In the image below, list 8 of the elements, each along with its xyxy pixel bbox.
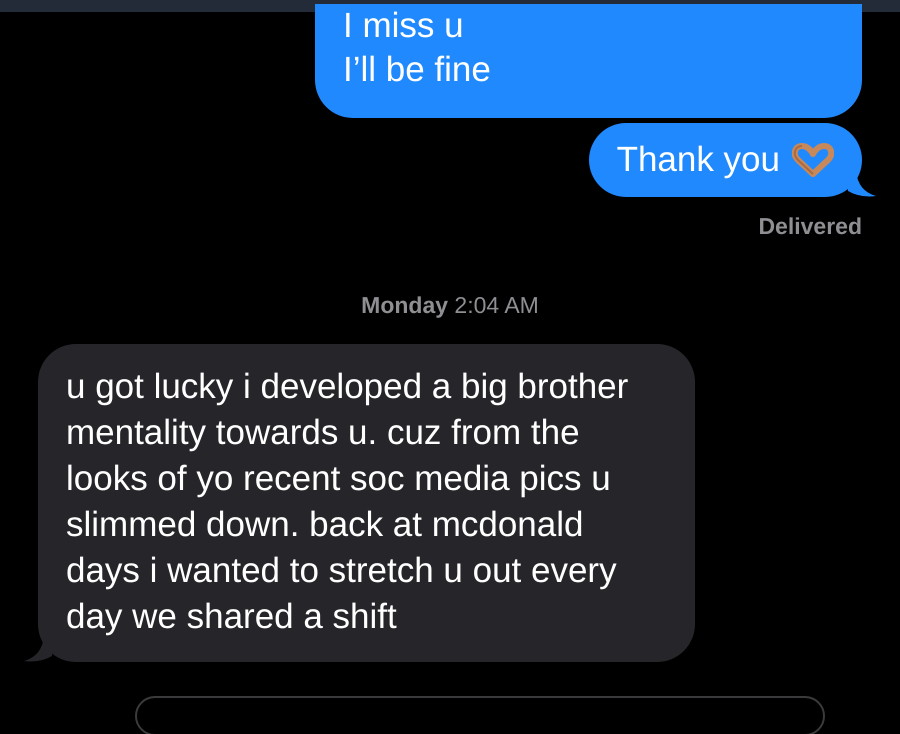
message-text: I’ll be fine: [343, 49, 491, 91]
heart-hands-icon: [792, 143, 834, 177]
message-text: u got lucky i developed a big brother mentality towards u. cuz from the looks of yo recent soc media pics u slimmed down. back at mcdonald days i wanted to stretch u out every day we shared a shift: [66, 366, 630, 638]
message-text: Thank you: [616, 139, 780, 181]
message-text: I miss u: [343, 5, 464, 47]
delivery-status: Delivered: [758, 212, 862, 241]
message-input-field[interactable]: [135, 696, 825, 734]
timestamp: Monday 2:04 AM: [361, 290, 539, 320]
